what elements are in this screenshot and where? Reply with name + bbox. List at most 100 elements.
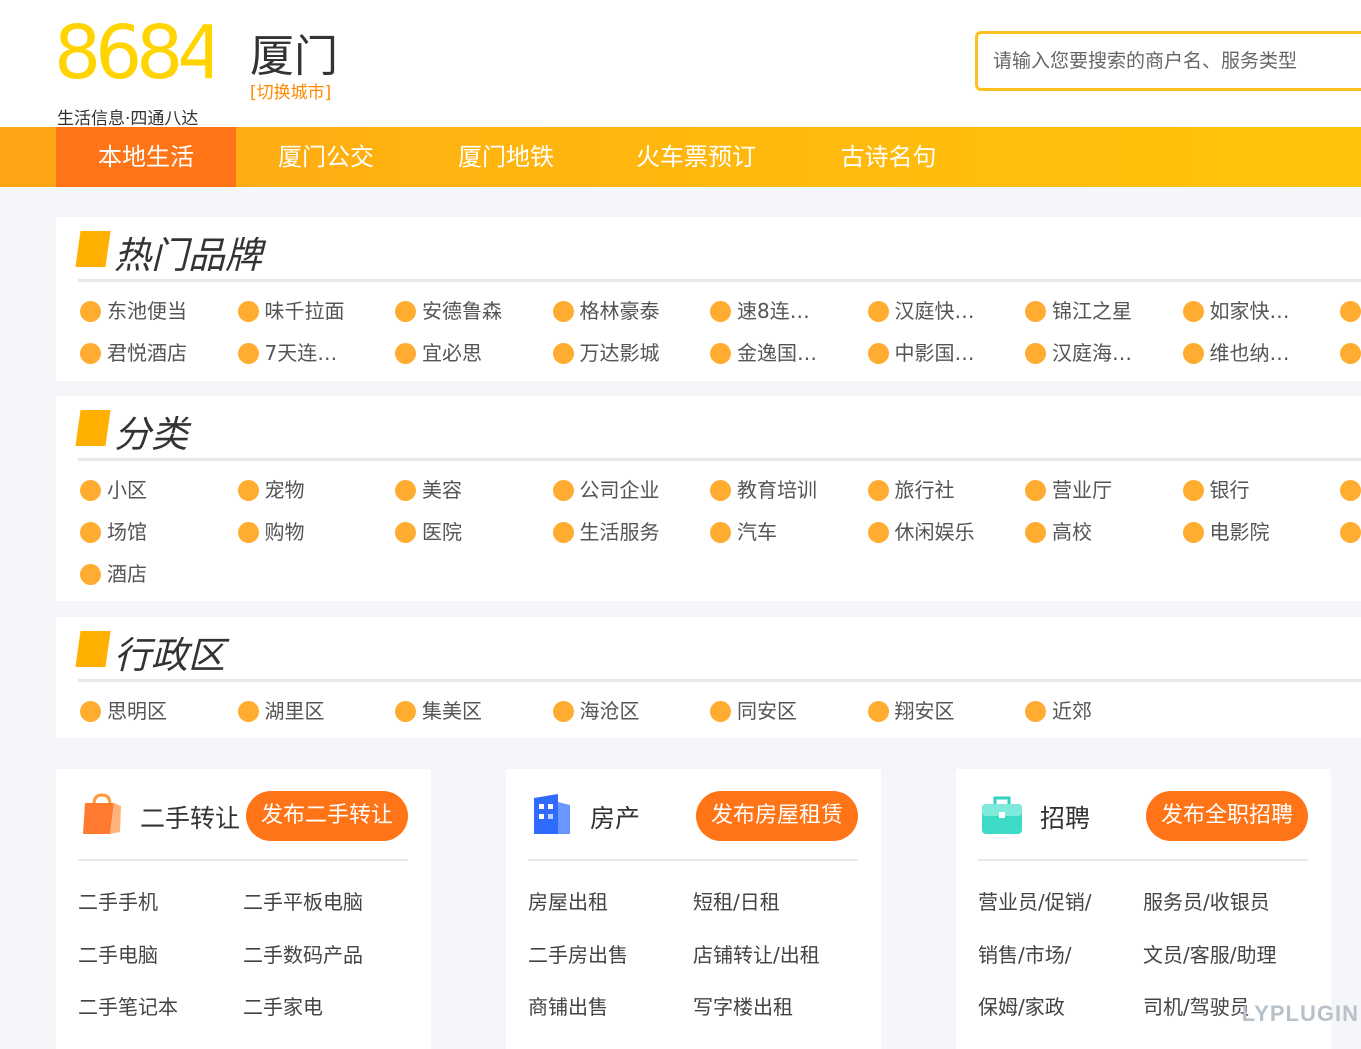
bullet-dot-icon [1183, 301, 1204, 322]
tag-label: 万达影城 [580, 338, 660, 368]
bullet-dot-icon [868, 480, 889, 501]
card-link[interactable]: 营业员/促销/ [978, 886, 1091, 915]
title-mark-icon [75, 410, 110, 446]
tag-label: 味千拉面 [265, 296, 345, 326]
divider [78, 458, 1361, 461]
card-secondhand: 二手转让 发布二手转让 二手手机 二手平板电脑 二手电脑 二手数码产品 二手笔记… [56, 769, 431, 1049]
tag-label: 酒店 [107, 559, 147, 589]
tag-label: 生活服务 [580, 517, 660, 547]
tag-label: 维也纳… [1210, 338, 1290, 368]
shopping-bag-icon [80, 792, 124, 836]
nav-item-train-tickets[interactable]: 火车票预订 [596, 127, 796, 187]
card-title: 招聘 [1040, 799, 1090, 835]
bullet-dot-icon [868, 301, 889, 322]
bullet-dot-icon [710, 301, 731, 322]
card-link[interactable]: 二手手机 [78, 886, 158, 915]
tag-label: 集美区 [422, 696, 482, 726]
card-link[interactable]: 文员/客服/助理 [1143, 939, 1276, 968]
bullet-dot-icon [80, 701, 101, 722]
bullet-dot-icon [238, 343, 259, 364]
card-link[interactable]: 商铺出售 [528, 991, 608, 1020]
tag-label: 君悦酒店 [107, 338, 187, 368]
bullet-dot-icon [1183, 480, 1204, 501]
city-name: 厦门 [250, 20, 338, 84]
bullet-dot-icon [710, 522, 731, 543]
bullet-dot-icon [238, 701, 259, 722]
bullet-dot-icon [1025, 343, 1046, 364]
card-link[interactable]: 二手平板电脑 [243, 886, 363, 915]
tag-label: 汉庭快… [895, 296, 975, 326]
logo-number: 8684 [56, 18, 212, 84]
card-link[interactable]: 二手笔记本 [78, 991, 178, 1020]
card-real-estate: 房产 发布房屋租赁 房屋出租 短租/日租 二手房出售 店铺转让/出租 商铺出售 … [506, 769, 881, 1049]
bullet-dot-icon [1340, 480, 1361, 501]
switch-city-link[interactable]: [切换城市] [250, 78, 331, 103]
nav-item-metro[interactable]: 厦门地铁 [416, 127, 596, 187]
bullet-dot-icon [80, 564, 101, 585]
tag-label: 如家快… [1210, 296, 1290, 326]
categories-panel: 分类 小区宠物美容公司企业教育培训旅行社营业厅银行场馆购物医院生活服务汽车休闲娱… [56, 396, 1361, 601]
card-link[interactable]: 二手房出售 [528, 939, 628, 968]
nav-item-bus[interactable]: 厦门公交 [236, 127, 416, 187]
bullet-dot-icon [553, 522, 574, 543]
bullet-dot-icon [80, 480, 101, 501]
bullet-dot-icon [1340, 301, 1361, 322]
tag-label: 思明区 [107, 696, 167, 726]
site-logo[interactable]: 8684 生活信息·四通八达 [56, 18, 212, 110]
panel-title: 热门品牌 [114, 225, 262, 279]
card-link[interactable]: 服务员/收银员 [1143, 886, 1270, 915]
bullet-dot-icon [553, 480, 574, 501]
bullet-dot-icon [395, 343, 416, 364]
tag-label: 宜必思 [422, 338, 482, 368]
watermark: LYPLUGIN [1242, 1001, 1359, 1027]
bullet-dot-icon [1025, 301, 1046, 322]
building-icon [530, 792, 574, 836]
card-link[interactable]: 二手家电 [243, 991, 323, 1020]
bullet-dot-icon [553, 301, 574, 322]
bullet-dot-icon [238, 522, 259, 543]
card-link[interactable]: 司机/驾驶员 [1143, 991, 1250, 1020]
nav-item-poems[interactable]: 古诗名句 [796, 127, 981, 187]
nav-item-local-life[interactable]: 本地生活 [56, 127, 236, 187]
search-input[interactable] [975, 31, 1361, 91]
card-title: 房产 [590, 799, 640, 835]
main-nav: 本地生活 厦门公交 厦门地铁 火车票预订 古诗名句 [0, 127, 1361, 187]
card-link[interactable]: 二手电脑 [78, 939, 158, 968]
bullet-dot-icon [395, 522, 416, 543]
card-link[interactable]: 销售/市场/ [978, 939, 1071, 968]
card-link[interactable]: 保姆/家政 [978, 991, 1065, 1020]
bullet-dot-icon [710, 701, 731, 722]
bullet-dot-icon [80, 522, 101, 543]
card-link[interactable]: 店铺转让/出租 [693, 939, 820, 968]
bullet-dot-icon [553, 343, 574, 364]
card-link[interactable]: 短租/日租 [693, 886, 780, 915]
tag-label: 金逸国… [737, 338, 817, 368]
post-rental-button[interactable]: 发布房屋租赁 [696, 791, 858, 841]
panel-title: 分类 [114, 404, 188, 458]
tag-label: 营业厅 [1052, 475, 1112, 505]
divider [78, 859, 408, 861]
card-link[interactable]: 房屋出租 [528, 886, 608, 915]
hot-brands-panel: 热门品牌 东池便当味千拉面安德鲁森格林豪泰速8连…汉庭快…锦江之星如家快…君悦酒… [56, 217, 1361, 381]
bullet-dot-icon [710, 343, 731, 364]
divider [78, 679, 1361, 682]
card-link[interactable]: 二手数码产品 [243, 939, 363, 968]
tag-label: 7天连… [265, 338, 338, 368]
tag-label: 锦江之星 [1052, 296, 1132, 326]
tag-label: 休闲娱乐 [895, 517, 975, 547]
tag-label: 小区 [107, 475, 147, 505]
card-link[interactable]: 写字楼出租 [693, 991, 793, 1020]
bullet-dot-icon [868, 701, 889, 722]
site-header: 8684 生活信息·四通八达 厦门 [切换城市] [0, 0, 1361, 127]
post-secondhand-button[interactable]: 发布二手转让 [246, 791, 408, 841]
divider [528, 859, 858, 861]
title-mark-icon [75, 231, 110, 267]
tag-label: 电影院 [1210, 517, 1270, 547]
bullet-dot-icon [1025, 480, 1046, 501]
tag-label: 美容 [422, 475, 462, 505]
bullet-dot-icon [710, 480, 731, 501]
post-job-button[interactable]: 发布全职招聘 [1146, 791, 1308, 841]
logo-8684-mark: 8684 [56, 18, 212, 84]
tag-label: 购物 [265, 517, 305, 547]
tag-label: 中影国… [895, 338, 975, 368]
